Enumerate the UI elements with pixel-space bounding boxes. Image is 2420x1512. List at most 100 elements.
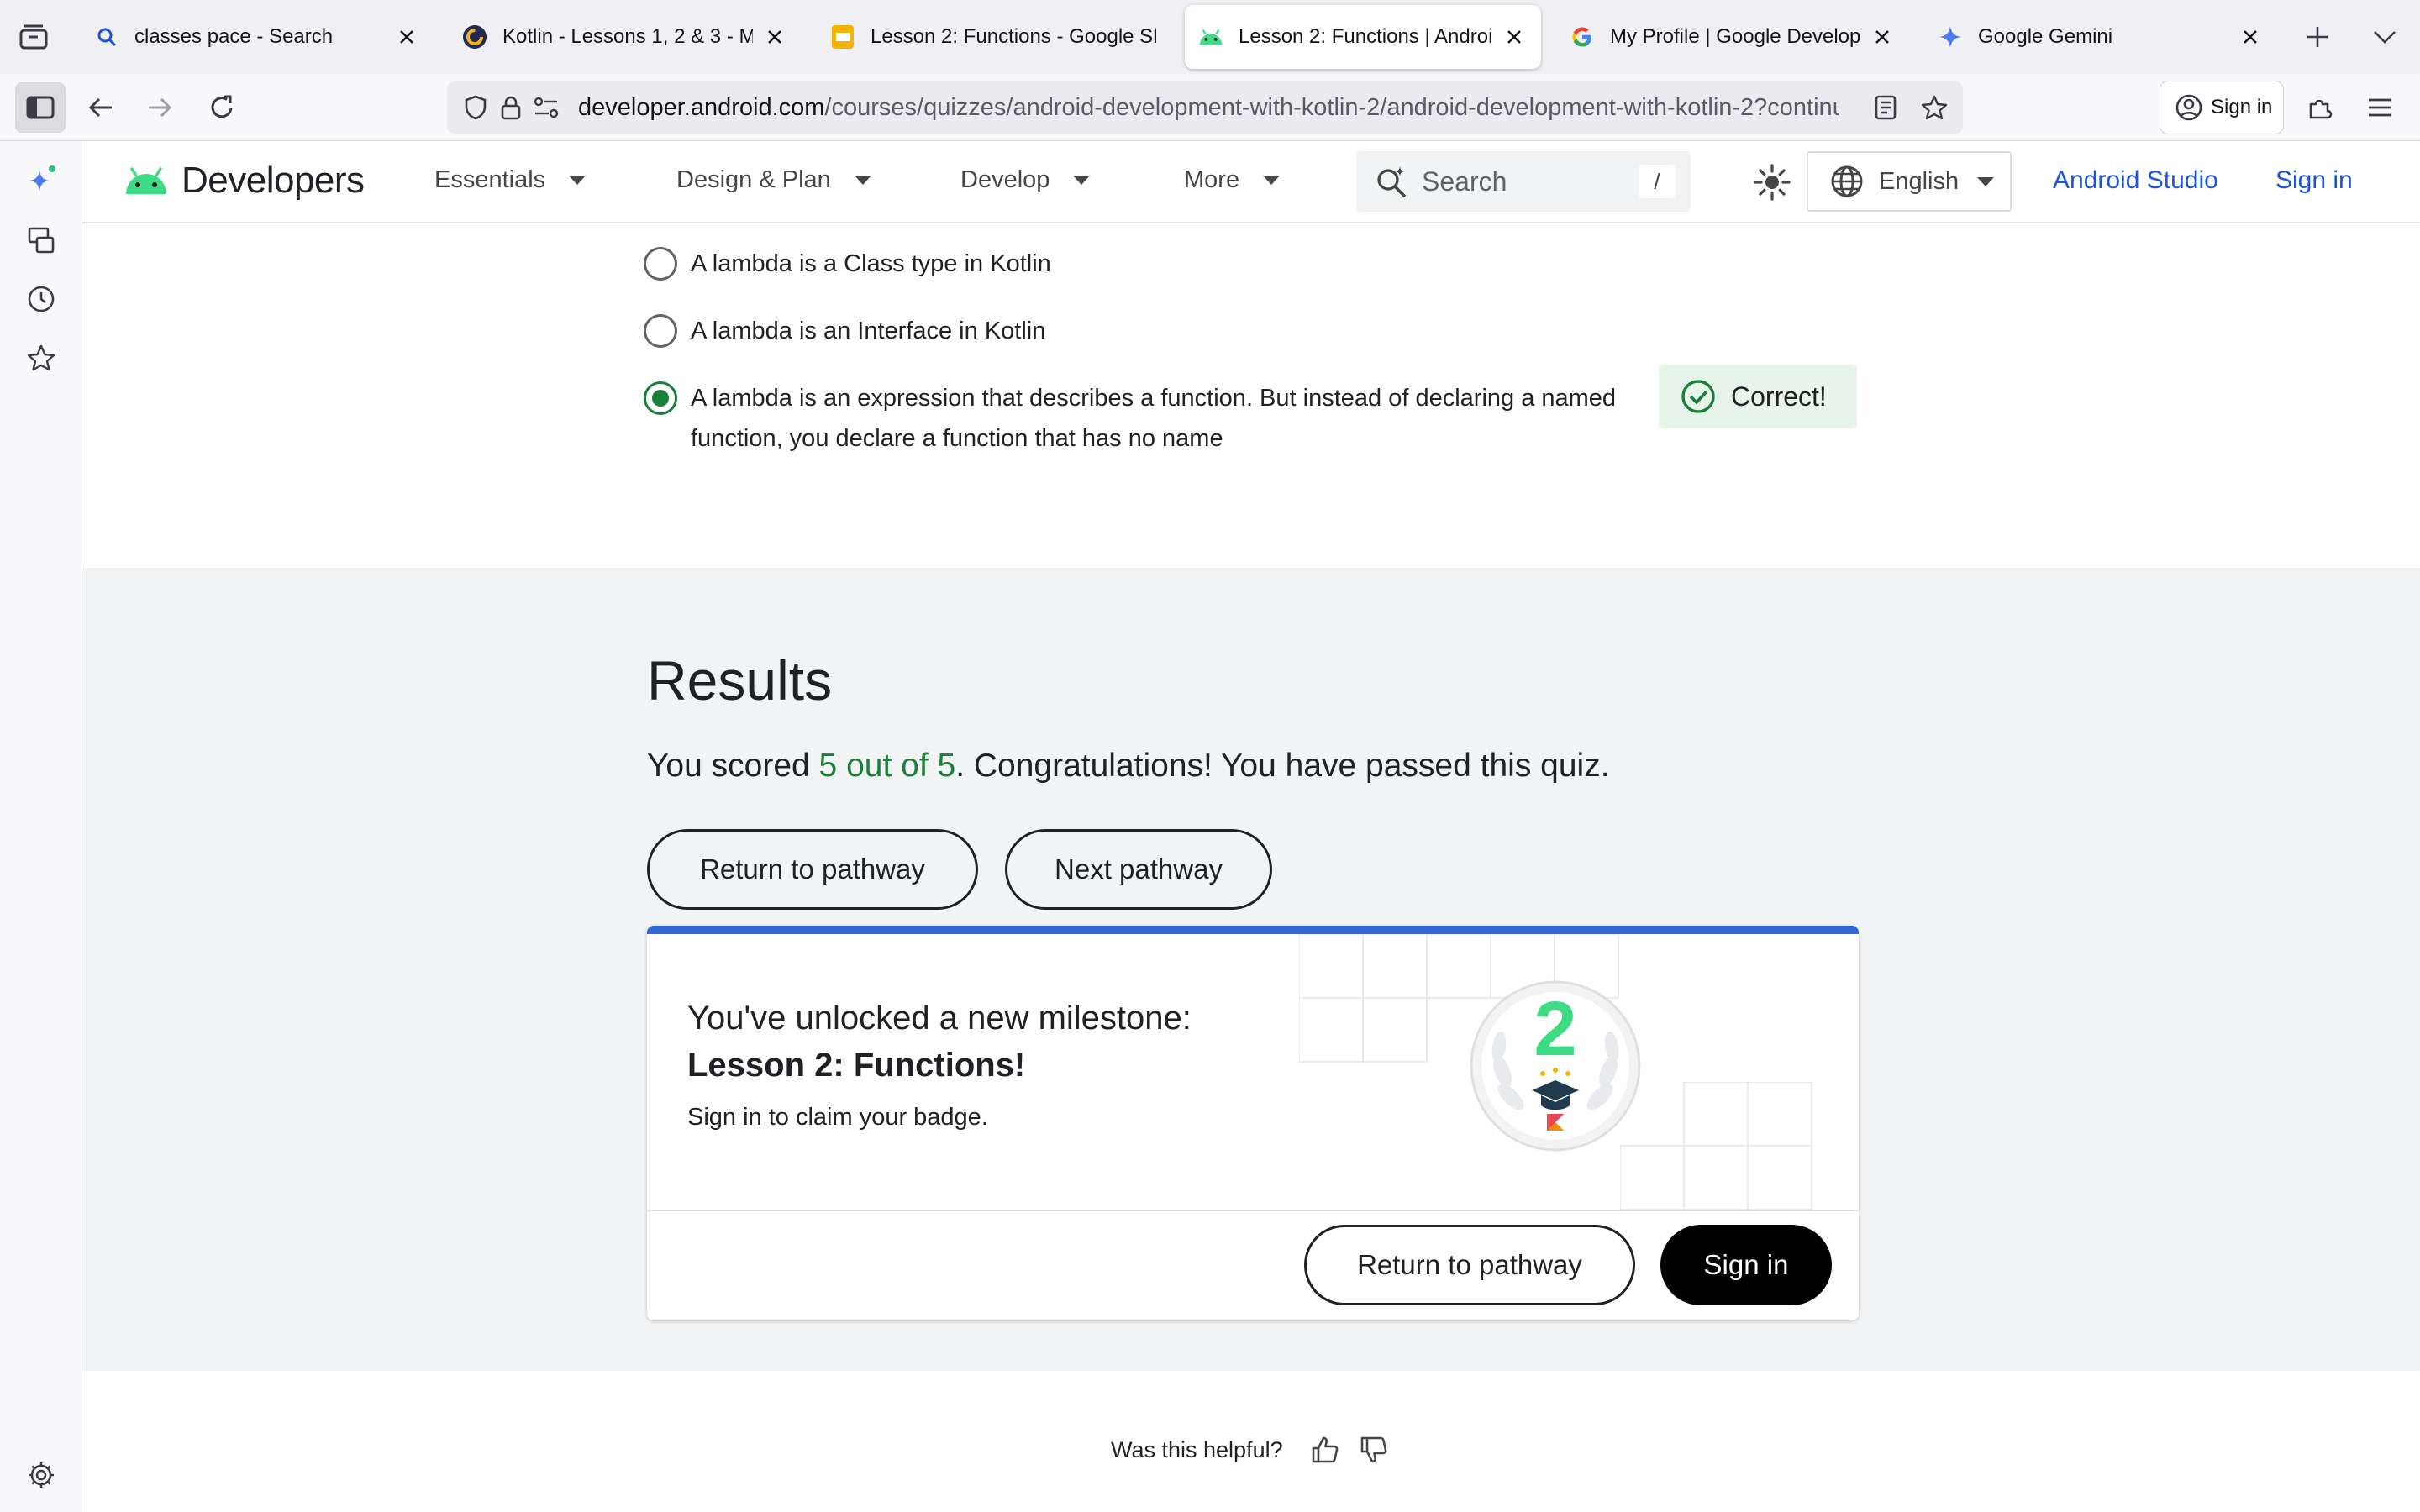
extensions-icon[interactable] (2294, 82, 2344, 133)
shield-icon[interactable] (459, 91, 492, 124)
option-text: A lambda is an expression that describes… (691, 378, 1616, 459)
reload-icon[interactable] (197, 82, 247, 133)
android-favicon-icon (1198, 24, 1223, 50)
quiz-option-selected[interactable]: A lambda is an expression that describes… (644, 378, 1616, 459)
tab-title: Kotlin - Lessons 1, 2 & 3 - Mobile (502, 25, 753, 48)
close-icon[interactable] (761, 24, 788, 50)
hamburger-menu-icon[interactable] (2354, 82, 2405, 133)
milestone-card: You've unlocked a new milestone: Lesson … (647, 926, 1859, 1320)
check-circle-icon (1681, 379, 1716, 414)
tab-title: classes pace - Search (134, 25, 334, 48)
settings-gear-icon[interactable] (23, 1457, 60, 1494)
new-tab-icon[interactable] (2299, 18, 2336, 55)
developers-logo[interactable]: Developers (124, 160, 365, 202)
badge-number: 2 (1534, 986, 1576, 1072)
next-pathway-button[interactable]: Next pathway (1005, 829, 1272, 910)
caret-down-icon (569, 176, 587, 185)
option-text: A lambda is a Class type in Kotlin (691, 244, 1051, 284)
browser-sign-in-button[interactable]: Sign in (2160, 81, 2284, 134)
menu-more[interactable]: More (1184, 166, 1281, 194)
gemini-favicon-icon (1938, 24, 1963, 50)
close-icon[interactable] (393, 24, 420, 50)
thumbs-down-icon[interactable] (1355, 1431, 1392, 1468)
slides-favicon-icon (830, 24, 855, 50)
helpful-feedback: Was this helpful? (1111, 1431, 1392, 1468)
browser-tab[interactable]: My Profile | Google Developer Program (1556, 5, 1909, 69)
menu-design-plan[interactable]: Design & Plan (676, 166, 871, 194)
back-arrow-icon[interactable] (76, 82, 126, 133)
quiz-option[interactable]: A lambda is an Interface in Kotlin (644, 311, 1045, 351)
radio-button[interactable] (644, 314, 677, 348)
option-text-line: A lambda is an expression that describes… (691, 385, 1617, 412)
menu-label: Develop (960, 166, 1050, 193)
history-clock-icon[interactable] (23, 281, 60, 318)
browser-sign-in-label: Sign in (2211, 96, 2273, 118)
theme-toggle-sun-icon[interactable] (1749, 160, 1795, 205)
caret-down-icon (1263, 176, 1281, 185)
feedback-text: Correct! (1731, 381, 1827, 412)
search-input[interactable] (1422, 165, 1623, 197)
close-icon[interactable] (1501, 24, 1528, 50)
score-suffix: . Congratulations! You have passed this … (955, 748, 1610, 784)
permissions-icon[interactable] (529, 91, 563, 124)
quiz-option[interactable]: A lambda is a Class type in Kotlin (644, 244, 1051, 284)
site-search[interactable]: / (1356, 151, 1691, 212)
grid-decoration (1620, 1082, 1812, 1210)
option-text-line: function, you declare a function that ha… (691, 425, 1223, 452)
tab-list-icon[interactable] (15, 18, 52, 55)
milestone-badge-icon: 2 (1470, 980, 1641, 1152)
tab-title: Google Gemini (1978, 25, 2113, 48)
lock-icon[interactable] (494, 91, 528, 124)
radio-button[interactable] (644, 247, 677, 281)
radio-button-checked[interactable] (644, 381, 677, 415)
browser-tab-active[interactable]: Lesson 2: Functions | Android (1185, 5, 1541, 69)
ai-sparkle-icon[interactable] (23, 163, 60, 200)
tab-title: Lesson 2: Functions | Android (1239, 25, 1492, 48)
close-icon[interactable] (2237, 24, 2264, 50)
close-icon[interactable] (1869, 24, 1896, 50)
browser-tab[interactable]: Kotlin - Lessons 1, 2 & 3 - Mobile (449, 5, 802, 69)
android-studio-link[interactable]: Android Studio (2053, 166, 2218, 195)
reader-view-icon[interactable] (1869, 91, 1902, 124)
milestone-subtext: Sign in to claim your badge. (687, 1104, 988, 1131)
card-divider (647, 1210, 1859, 1211)
sidebar-toggle-icon[interactable] (15, 82, 66, 133)
menu-develop[interactable]: Develop (960, 166, 1091, 194)
milestone-return-to-pathway-button[interactable]: Return to pathway (1304, 1225, 1635, 1305)
thumbs-up-icon[interactable] (1307, 1431, 1344, 1468)
site-header: Developers Essentials Design & Plan Deve… (82, 141, 2420, 223)
menu-essentials[interactable]: Essentials (434, 166, 587, 194)
browser-tab[interactable]: Google Gemini (1924, 5, 2277, 69)
search-icon (94, 24, 119, 50)
return-to-pathway-button[interactable]: Return to pathway (647, 829, 978, 910)
url-path: /courses/quizzes/android-development-wit… (824, 93, 1839, 121)
menu-label: Essentials (434, 166, 546, 193)
star-bookmark-icon[interactable] (1918, 91, 1951, 124)
bookmarks-star-icon[interactable] (23, 339, 60, 376)
caret-down-icon (854, 176, 871, 185)
forward-arrow-icon[interactable] (134, 82, 185, 133)
browser-toolbar: developer.android.com/courses/quizzes/an… (0, 74, 2420, 141)
brand-text: Developers (182, 160, 365, 201)
tab-title: Lesson 2: Functions - Google Slides (871, 25, 1156, 48)
chevron-down-icon[interactable] (2366, 18, 2403, 55)
milestone-sign-in-button[interactable]: Sign in (1660, 1225, 1832, 1305)
option-text-line: A lambda is an Interface in Kotlin (691, 318, 1046, 344)
menu-label: More (1184, 166, 1240, 193)
synced-tabs-icon[interactable] (23, 222, 60, 259)
helpful-label: Was this helpful? (1111, 1436, 1283, 1462)
correct-feedback-badge: Correct! (1659, 365, 1857, 428)
account-icon (2175, 94, 2202, 121)
menu-label: Design & Plan (676, 166, 831, 193)
android-logo-icon (126, 167, 166, 194)
browser-tab[interactable]: classes pace - Search (81, 5, 434, 69)
card-accent-bar (647, 926, 1859, 934)
site-sign-in-link[interactable]: Sign in (2275, 166, 2353, 195)
kotlin-favicon-icon (462, 24, 487, 50)
url-domain: developer.android.com (578, 93, 825, 121)
url-text: developer.android.com/courses/quizzes/an… (578, 94, 1839, 122)
browser-tab[interactable]: Lesson 2: Functions - Google Slides (817, 5, 1170, 69)
browser-tab-strip: classes pace - Search Kotlin - Lessons 1… (0, 0, 2420, 74)
address-bar[interactable]: developer.android.com/courses/quizzes/an… (447, 81, 1963, 134)
language-select[interactable]: English (1807, 151, 2012, 212)
